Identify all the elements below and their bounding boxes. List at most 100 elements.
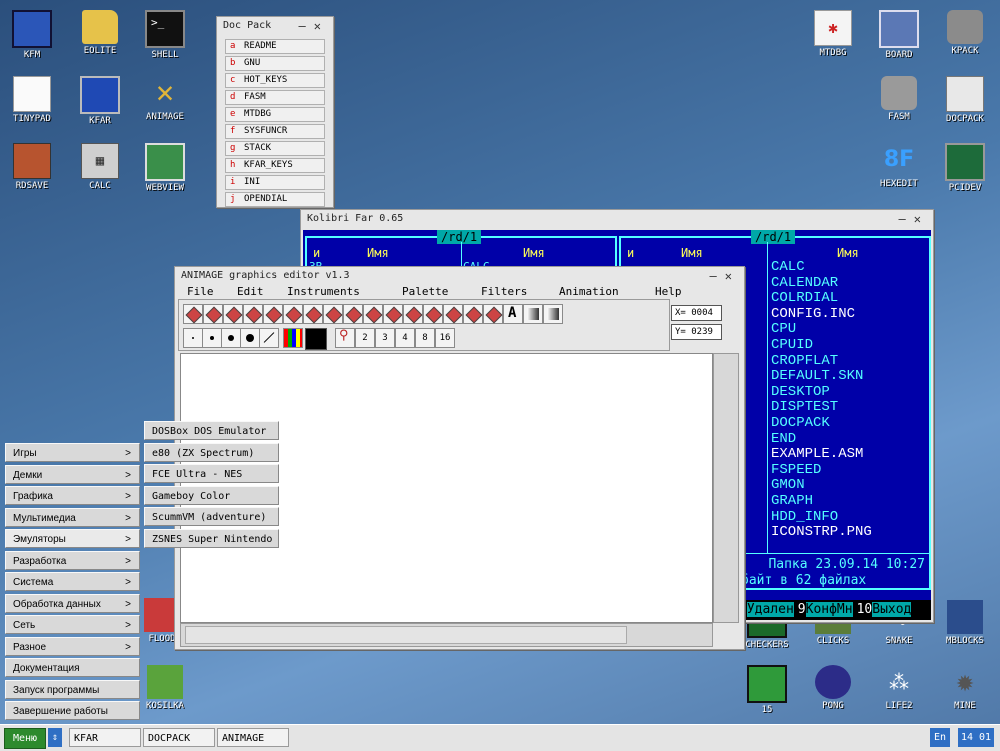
doc-item-mtdbg[interactable]: e MTDBG <box>225 107 325 122</box>
zoom-level-button[interactable]: 4 <box>395 328 415 348</box>
file-entry[interactable]: CONFIG.INC <box>771 306 872 323</box>
file-entry[interactable]: FSPEED <box>771 462 872 479</box>
task-animage[interactable]: ANIMAGE <box>217 728 289 747</box>
menu-instruments[interactable]: Instruments <box>287 285 360 298</box>
current-color-swatch[interactable] <box>305 328 327 350</box>
switch-button[interactable]: ⇕ <box>48 728 62 747</box>
tool-line-icon[interactable] <box>303 304 323 324</box>
start-menu-item[interactable]: Запуск программы <box>5 679 140 699</box>
docpack-titlebar[interactable]: Doc Pack –✕ <box>217 17 333 35</box>
doc-item-sysfuncr[interactable]: f SYSFUNCR <box>225 124 325 139</box>
desktop-icon-life2[interactable]: ⁂ LIFE2 <box>869 665 929 711</box>
doc-item-gnu[interactable]: b GNU <box>225 56 325 71</box>
file-entry[interactable]: CPUID <box>771 337 872 354</box>
file-entry[interactable]: CPU <box>771 322 872 338</box>
zoom-icon[interactable]: ⚲ <box>335 328 355 348</box>
palette-icon[interactable] <box>283 328 303 348</box>
line-width-icon[interactable] <box>259 328 279 348</box>
tool-fill-icon[interactable] <box>243 304 263 324</box>
tool-text-icon[interactable]: A <box>503 304 523 324</box>
desktop-icon-kfm[interactable]: KFM <box>2 10 62 60</box>
doc-item-stack[interactable]: g STACK <box>225 141 325 156</box>
doc-item-readme[interactable]: a README <box>225 39 325 54</box>
tool-spray-icon[interactable] <box>223 304 243 324</box>
submenu-item[interactable]: ZSNES Super Nintendo <box>144 528 279 548</box>
vertical-scrollbar[interactable] <box>713 353 739 623</box>
brush-size-icon[interactable] <box>240 328 260 348</box>
menu-palette[interactable]: Palette <box>402 285 448 298</box>
brush-size-icon[interactable] <box>221 328 241 348</box>
menu-animation[interactable]: Animation <box>559 285 619 298</box>
file-entry[interactable]: DESKTOP <box>771 384 872 401</box>
desktop-icon-eolite[interactable]: EOLITE <box>70 10 130 56</box>
desktop-icon-kpack[interactable]: KPACK <box>935 10 995 56</box>
menu-edit[interactable]: Edit <box>237 285 264 298</box>
file-entry[interactable]: DISPTEST <box>771 400 872 416</box>
tool-polygon-icon[interactable] <box>383 304 403 324</box>
submenu-item[interactable]: DOSBox DOS Emulator <box>144 421 279 440</box>
file-entry[interactable]: GRAPH <box>771 493 872 510</box>
menu-help[interactable]: Help <box>655 285 682 298</box>
zoom-level-button[interactable]: 16 <box>435 328 455 348</box>
file-entry[interactable]: CROPFLAT <box>771 353 872 370</box>
tool-lighten-icon[interactable] <box>543 304 563 324</box>
start-menu-item[interactable]: Документация <box>5 658 140 677</box>
tool-select-rect-icon[interactable] <box>403 304 423 324</box>
desktop-icon-calc[interactable]: ▦ CALC <box>70 143 130 191</box>
desktop-icon-15[interactable]: 15 <box>737 665 797 715</box>
desktop-icon-pong[interactable]: PONG <box>803 665 863 711</box>
file-entry[interactable]: HDD_INFO <box>771 509 872 526</box>
language-indicator[interactable]: En <box>930 728 950 747</box>
desktop-icon-animage[interactable]: ✕ ANIMAGE <box>135 76 195 123</box>
zoom-level-button[interactable]: 8 <box>415 328 435 348</box>
submenu-item[interactable]: Gameboy Color <box>144 485 279 505</box>
start-menu-item[interactable]: Демки > <box>5 464 140 484</box>
desktop-icon-rdsave[interactable]: RDSAVE <box>2 143 62 191</box>
function-key[interactable]: 10Выход <box>857 602 912 617</box>
file-entry[interactable]: EXAMPLE.ASM <box>771 447 872 463</box>
desktop-icon-pcidev[interactable]: PCIDEV <box>935 143 995 193</box>
doc-item-hot_keys[interactable]: c HOT_KEYS <box>225 73 325 88</box>
kfar-titlebar[interactable]: Kolibri Far 0.65 –✕ <box>301 210 933 228</box>
desktop-icon-mblocks[interactable]: MBLOCKS <box>935 600 995 646</box>
doc-item-kfar_keys[interactable]: h KFAR_KEYS <box>225 158 325 173</box>
start-menu-item[interactable]: Завершение работы <box>5 701 140 720</box>
start-menu-item[interactable]: Мультимедиа > <box>5 507 140 527</box>
file-entry[interactable]: END <box>771 431 872 448</box>
desktop-icon-board[interactable]: BOARD <box>869 10 929 60</box>
desktop-icon-kosilka[interactable]: KOSILKA <box>135 665 195 711</box>
desktop-icon-shell[interactable]: >_ SHELL <box>135 10 195 60</box>
menu-file[interactable]: File <box>187 285 214 298</box>
menu-filters[interactable]: Filters <box>481 285 527 298</box>
tool-pipette-icon[interactable] <box>283 304 303 324</box>
zoom-level-button[interactable]: 3 <box>375 328 395 348</box>
desktop-icon-mtdbg[interactable]: ✱ MTDBG <box>803 10 863 58</box>
task-docpack[interactable]: DOCPACK <box>143 728 215 747</box>
brush-size-icon[interactable] <box>202 328 222 348</box>
file-entry[interactable]: CALENDAR <box>771 275 872 292</box>
desktop-icon-hexedit[interactable]: 8F HEXEDIT <box>869 143 929 189</box>
horizontal-scrollbar[interactable] <box>180 623 713 647</box>
start-menu-item[interactable]: Разработка > <box>5 550 140 570</box>
file-entry[interactable]: GMON <box>771 478 872 494</box>
doc-item-ini[interactable]: i INI <box>225 175 325 190</box>
start-menu-item[interactable]: Разное > <box>5 636 140 656</box>
desktop-icon-fasm[interactable]: FASM <box>869 76 929 122</box>
tool-fill-alt-icon[interactable] <box>263 304 283 324</box>
tool-paste-icon[interactable] <box>463 304 483 324</box>
window-controls[interactable]: –✕ <box>710 267 740 285</box>
start-menu-item[interactable]: Эмуляторы > <box>5 529 140 548</box>
tool-ellipse-icon[interactable] <box>363 304 383 324</box>
start-menu-item[interactable]: Игры > <box>5 443 140 462</box>
file-entry[interactable]: DOCPACK <box>771 415 872 432</box>
zoom-level-button[interactable]: 2 <box>355 328 375 348</box>
function-key[interactable]: 9КонфМн <box>798 602 853 617</box>
desktop-icon-mine[interactable]: ✹ MINE <box>935 665 995 712</box>
submenu-item[interactable]: FCE Ultra - NES <box>144 464 279 483</box>
animage-titlebar[interactable]: ANIMAGE graphics editor v1.3 –✕ <box>175 267 744 285</box>
tool-pencil-icon[interactable] <box>183 304 203 324</box>
submenu-item[interactable]: ScummVM (adventure) <box>144 507 279 526</box>
menu-button[interactable]: Меню <box>4 728 46 749</box>
start-menu-item[interactable]: Графика > <box>5 486 140 505</box>
window-controls[interactable]: –✕ <box>899 210 929 228</box>
